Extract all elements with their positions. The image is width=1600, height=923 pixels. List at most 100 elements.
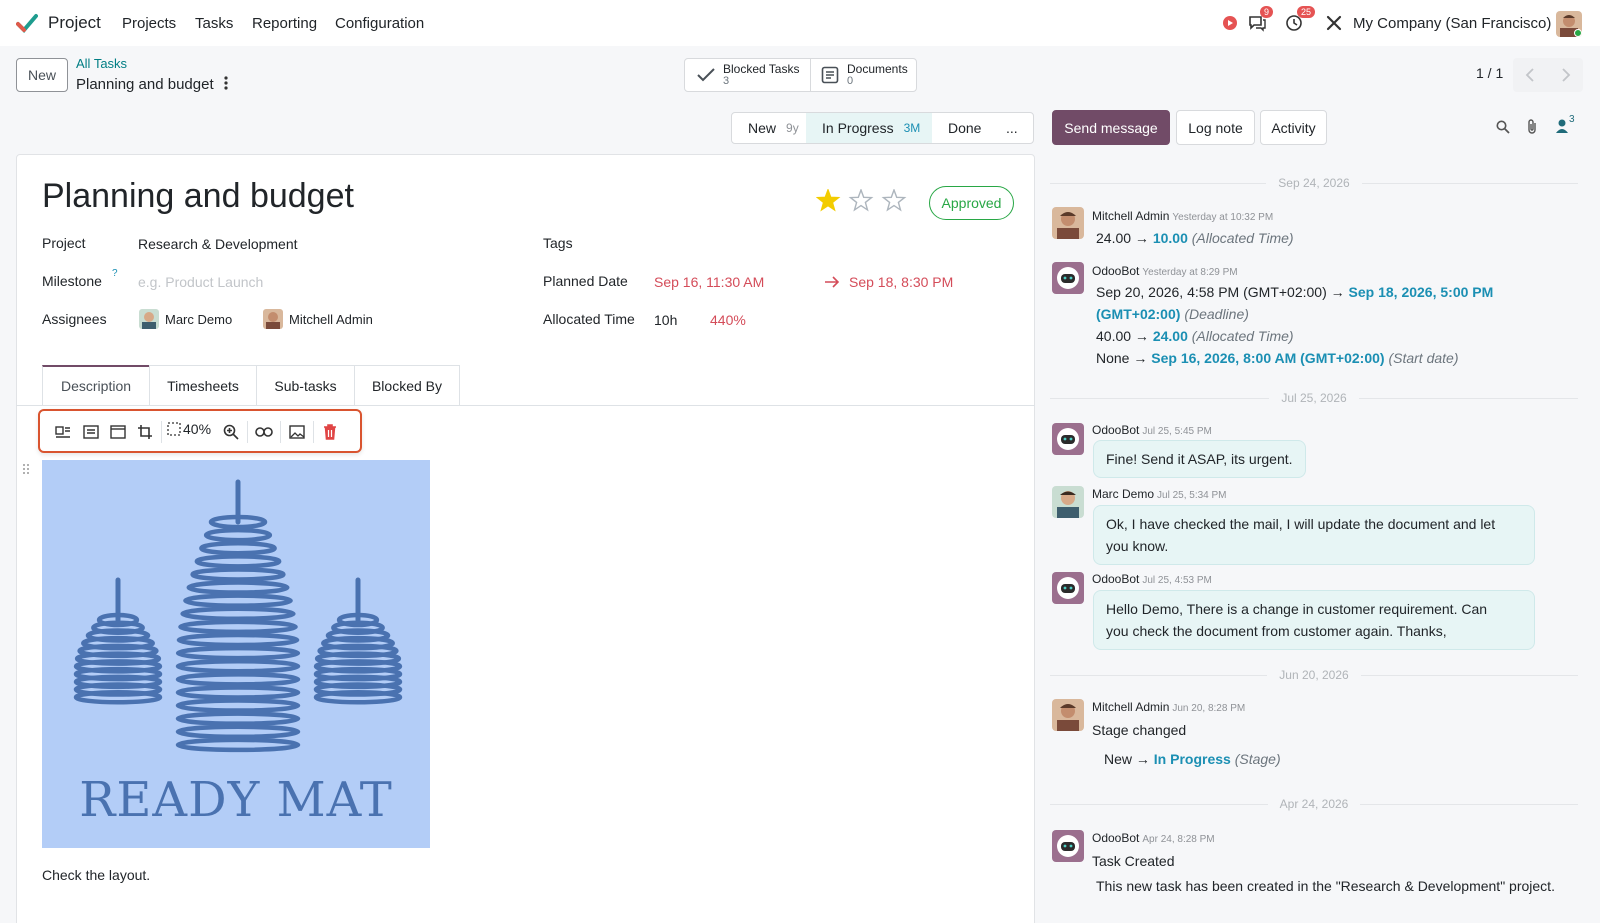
align-left-icon[interactable] (52, 421, 74, 443)
milestone-help-icon[interactable]: ? (112, 268, 118, 279)
pager-next-icon[interactable] (1561, 68, 1571, 82)
pager-prev-icon[interactable] (1525, 68, 1535, 82)
new-value-cont: (GMT+02:00) (1096, 306, 1181, 322)
message-author: OdooBot Apr 24, 8:28 PM (1092, 831, 1215, 845)
menu-projects[interactable]: Projects (122, 15, 176, 32)
date-separator-label: Sep 24, 2026 (1278, 176, 1350, 190)
tab-description[interactable]: Description (42, 365, 150, 405)
document-icon (821, 66, 839, 84)
avatar[interactable] (1052, 830, 1084, 862)
tab-timesheets[interactable]: Timesheets (149, 365, 257, 405)
replace-image-icon[interactable] (286, 421, 308, 443)
company-switcher[interactable]: My Company (San Francisco) (1353, 15, 1551, 32)
resize-icon (167, 422, 181, 436)
avatar[interactable] (1052, 486, 1084, 518)
new-value: In Progress (1153, 751, 1231, 767)
planned-end-field[interactable]: Sep 18, 8:30 PM (849, 274, 953, 290)
message-text: Hello Demo, There is a change in custome… (1106, 601, 1488, 617)
menu-tasks[interactable]: Tasks (195, 15, 233, 32)
star-empty-icon[interactable] (848, 189, 874, 212)
activities-clock-icon[interactable]: 25 (1285, 6, 1316, 32)
stage-new-duration: 9y (786, 121, 799, 135)
delete-trash-icon[interactable] (319, 421, 341, 443)
avatar[interactable] (1052, 262, 1084, 294)
menu-reporting[interactable]: Reporting (252, 15, 317, 32)
image-brand-text: READY MAT (79, 772, 393, 828)
link-icon[interactable] (253, 421, 275, 443)
date-separator-label: Jun 20, 2026 (1279, 668, 1349, 682)
author-name: OdooBot (1092, 423, 1140, 437)
author-name: Marc Demo (1092, 487, 1155, 501)
tracking-line: 40.00 → 24.00 (Allocated Time) (1096, 328, 1294, 344)
new-button[interactable]: New (16, 58, 68, 92)
author-name: Mitchell Admin (1092, 700, 1170, 714)
avatar[interactable] (1052, 572, 1084, 604)
tracking-line: New → In Progress (Stage) (1104, 751, 1281, 767)
breadcrumb-current: Planning and budget (76, 76, 214, 93)
tab-blocked-by[interactable]: Blocked By (354, 365, 460, 405)
allocated-time-field[interactable]: 10h (654, 312, 677, 328)
blocked-tasks-button[interactable]: Blocked Tasks 3 (684, 58, 811, 92)
priority-stars[interactable] (816, 189, 916, 215)
task-title[interactable]: Planning and budget (42, 177, 354, 216)
align-center-icon[interactable] (80, 421, 102, 443)
attachment-paperclip-icon[interactable] (1526, 119, 1538, 135)
avatar[interactable] (1052, 207, 1084, 239)
blocked-tasks-label: Blocked Tasks (723, 62, 800, 76)
messages-icon[interactable]: 9 (1248, 6, 1274, 32)
date-separator: Jul 25, 2026 (1050, 391, 1579, 405)
star-filled-icon[interactable] (816, 189, 841, 212)
assignee-mitchell-name: Mitchell Admin (289, 311, 373, 327)
avatar[interactable] (1052, 699, 1084, 731)
stage-done[interactable]: Done (948, 113, 981, 143)
mitchell-avatar (263, 309, 283, 329)
log-note-button[interactable]: Log note (1176, 110, 1255, 145)
documents-button[interactable]: Documents 0 (810, 58, 917, 92)
description-text[interactable]: Check the layout. (42, 867, 150, 883)
stage-in-progress[interactable]: In Progress 3M (822, 113, 920, 143)
message-author: Marc Demo Jul 25, 5:34 PM (1092, 487, 1227, 501)
app-logo-icon[interactable] (16, 12, 38, 34)
app-name[interactable]: Project (48, 13, 101, 33)
milestone-input[interactable]: e.g. Product Launch (138, 274, 263, 290)
record-icon[interactable] (1222, 15, 1238, 31)
activity-button[interactable]: Activity (1260, 110, 1327, 145)
message-time: Jul 25, 5:34 PM (1157, 490, 1227, 501)
followers-button[interactable]: 3 (1555, 114, 1575, 134)
star-empty-icon[interactable] (881, 189, 907, 212)
message-author: OdooBot Jul 25, 4:53 PM (1092, 572, 1212, 586)
message-time: Yesterday at 8:29 PM (1142, 267, 1238, 278)
crop-icon[interactable] (134, 421, 156, 443)
followers-user-icon (1556, 119, 1568, 133)
tab-sub-tasks[interactable]: Sub-tasks (256, 365, 355, 405)
kebab-menu-icon[interactable] (223, 75, 229, 91)
message-author: OdooBot Yesterday at 8:29 PM (1092, 264, 1238, 278)
toolbar-divider (161, 421, 162, 443)
stage-more[interactable]: ... (1006, 113, 1018, 143)
assignee-tag-mitchell[interactable]: Mitchell Admin (263, 309, 373, 329)
send-message-button[interactable]: Send message (1052, 110, 1170, 145)
embedded-image[interactable]: READY MAT (42, 460, 430, 848)
user-avatar[interactable] (1556, 11, 1582, 37)
author-name: OdooBot (1092, 264, 1140, 278)
state-approved-badge[interactable]: Approved (929, 186, 1014, 220)
field-name: (Start date) (1388, 350, 1459, 366)
breadcrumb-all-tasks[interactable]: All Tasks (76, 56, 127, 71)
project-field[interactable]: Research & Development (138, 236, 298, 252)
menu-configuration[interactable]: Configuration (335, 15, 424, 32)
debug-tools-icon[interactable] (1325, 14, 1343, 32)
image-padding-icon[interactable] (107, 421, 129, 443)
followers-count: 3 (1569, 114, 1575, 125)
stage-new[interactable]: New 9y (748, 113, 799, 143)
image-size-control[interactable]: 40% (167, 421, 211, 437)
old-value: Sep 20, 2026, 4:58 PM (GMT+02:00) (1096, 284, 1327, 300)
author-name: OdooBot (1092, 831, 1140, 845)
zoom-in-icon[interactable] (220, 421, 242, 443)
allocated-time-label: Allocated Time (543, 311, 635, 327)
search-icon[interactable] (1496, 120, 1510, 134)
assignee-tag-marc[interactable]: Marc Demo (139, 309, 232, 329)
drag-handle-icon[interactable] (22, 463, 30, 475)
avatar[interactable] (1052, 423, 1084, 455)
planned-start-field[interactable]: Sep 16, 11:30 AM (654, 274, 764, 290)
pager-value[interactable]: 1 / 1 (1476, 65, 1503, 81)
